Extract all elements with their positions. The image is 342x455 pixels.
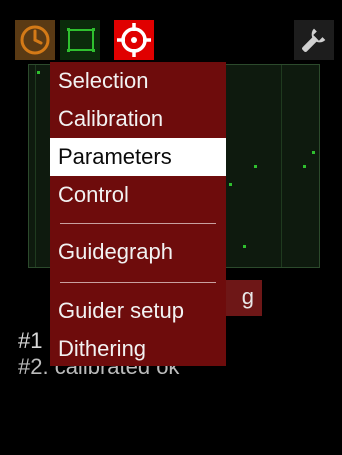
menu-item-calibration[interactable]: Calibration [50,100,226,138]
menu-separator [60,223,216,224]
menu-separator [60,282,216,283]
clock-icon [20,25,50,55]
menu-item-dithering[interactable]: Dithering [50,330,226,368]
status-line-1: #1 [18,328,43,353]
clock-button[interactable] [15,20,55,60]
menu-item-guidegraph[interactable]: Guidegraph [50,233,226,271]
wrench-icon [302,28,326,52]
menu-item-guider-setup[interactable]: Guider setup [50,292,226,330]
graph-gridline [281,65,282,267]
menu-item-parameters[interactable]: Parameters [50,138,226,176]
graph-point [303,165,306,168]
guider-menu: Selection Calibration Parameters Control… [50,62,226,366]
graph-point [312,151,315,154]
graph-point [243,245,246,248]
menu-item-selection[interactable]: Selection [50,62,226,100]
frame-button[interactable] [60,20,100,60]
frame-icon [67,28,95,52]
graph-gridline [35,65,36,267]
crosshair-target-icon [117,23,151,57]
target-button[interactable] [114,20,154,60]
settings-button[interactable] [294,20,334,60]
graph-point [37,71,40,74]
graph-point [254,165,257,168]
graph-point [229,183,232,186]
menu-item-control[interactable]: Control [50,176,226,214]
